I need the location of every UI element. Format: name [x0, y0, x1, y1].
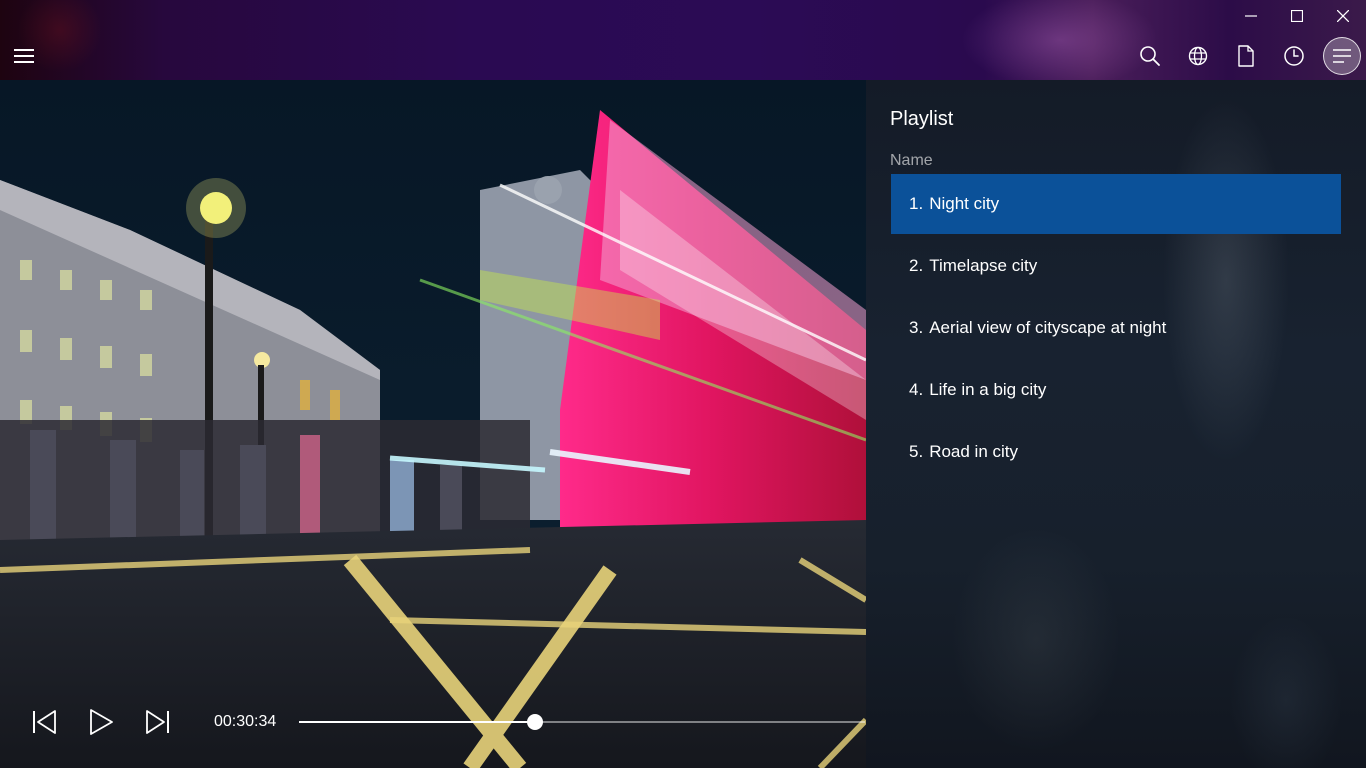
history-button[interactable]	[1278, 40, 1310, 72]
playlist-item[interactable]: 3. Aerial view of cityscape at night	[891, 298, 1341, 358]
playlist-item-name: Road in city	[929, 442, 1019, 461]
open-file-button[interactable]	[1230, 40, 1262, 72]
file-icon	[1238, 45, 1254, 67]
skip-previous-icon	[33, 710, 56, 734]
seek-thumb[interactable]	[527, 714, 544, 730]
playlist-item-name: Timelapse city	[929, 256, 1038, 275]
hamburger-line	[14, 55, 34, 57]
playlist-item-number: 1.	[909, 194, 924, 213]
skip-next-icon	[146, 710, 169, 734]
maximize-icon	[1291, 10, 1303, 22]
next-button[interactable]	[142, 706, 174, 738]
column-header-name[interactable]: Name	[890, 152, 933, 170]
globe-button[interactable]	[1182, 40, 1214, 72]
playlist-list: 1. Night city 2. Timelapse city 3. Aerial vie…	[891, 174, 1341, 484]
seek-progress	[299, 721, 536, 723]
hamburger-menu-button[interactable]	[12, 46, 36, 66]
clock-icon	[1284, 46, 1304, 66]
video-image	[0, 80, 866, 768]
playlist-toggle-button[interactable]	[1323, 37, 1361, 75]
play-icon	[90, 709, 113, 735]
previous-button[interactable]	[28, 706, 60, 738]
close-icon	[1337, 10, 1349, 22]
close-button[interactable]	[1320, 0, 1366, 32]
minimize-button[interactable]	[1228, 0, 1274, 32]
playlist-item-name: Life in a big city	[929, 380, 1047, 399]
playlist-title: Playlist	[890, 108, 954, 130]
hamburger-icon	[14, 49, 34, 51]
globe-icon	[1188, 46, 1208, 66]
video-frame[interactable]	[0, 80, 866, 768]
seek-bar[interactable]	[299, 714, 865, 730]
current-time: 00:30:34	[214, 713, 277, 730]
playlist-panel: Playlist Name 1. Night city 2. Timelapse ci…	[866, 80, 1366, 768]
play-button[interactable]	[85, 706, 117, 738]
search-button[interactable]	[1134, 40, 1166, 72]
playlist-item-name: Aerial view of cityscape at night	[929, 318, 1167, 337]
playlist-item[interactable]: 2. Timelapse city	[891, 236, 1341, 296]
maximize-button[interactable]	[1274, 0, 1320, 32]
playlist-item-number: 3.	[909, 318, 924, 337]
playlist-item[interactable]: 1. Night city	[891, 174, 1341, 234]
playlist-item[interactable]: 4. Life in a big city	[891, 360, 1341, 420]
playlist-item-number: 2.	[909, 256, 924, 275]
playlist-item[interactable]: 5. Road in city	[891, 422, 1341, 482]
search-icon	[1140, 46, 1160, 66]
playlist-menu-icon	[1333, 49, 1351, 63]
playlist-item-number: 5.	[909, 442, 924, 461]
playlist-item-name: Night city	[929, 194, 1000, 213]
minimize-icon	[1245, 15, 1257, 17]
playlist-item-number: 4.	[909, 380, 924, 399]
hamburger-line	[14, 61, 34, 63]
